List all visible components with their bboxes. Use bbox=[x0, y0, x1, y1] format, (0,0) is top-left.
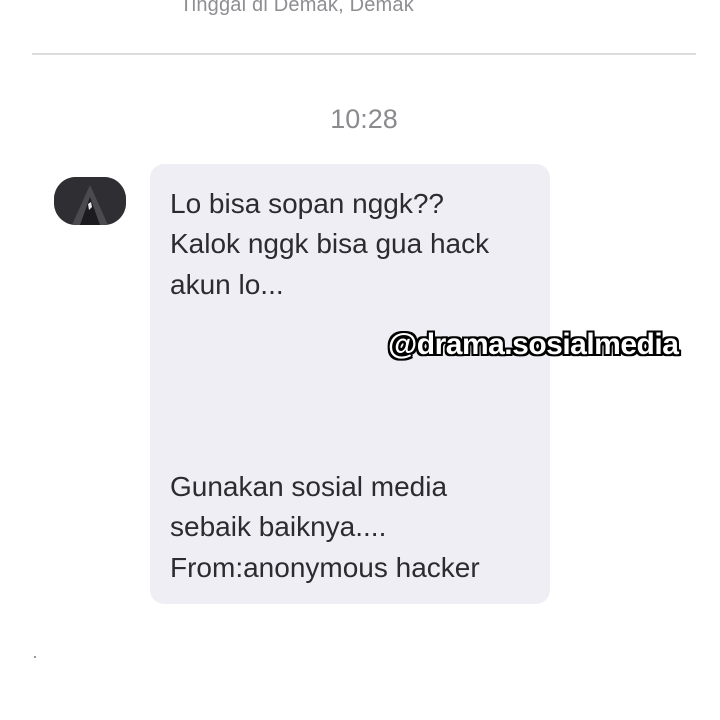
message-line: Kalok nggk bisa gua hack bbox=[170, 228, 490, 259]
message-line: Lo bisa sopan nggk?? bbox=[170, 188, 444, 219]
watermark-text: @drama.sosialmedia bbox=[388, 328, 679, 361]
chat-screen: Tinggal di Demak, Demak 10:28 Lo bisa so… bbox=[0, 0, 720, 720]
sender-avatar[interactable] bbox=[54, 177, 126, 225]
message-line: Gunakan sosial media bbox=[170, 471, 448, 502]
message-bubble[interactable]: Lo bisa sopan nggk?? Kalok nggk bisa gua… bbox=[150, 164, 550, 604]
message-timestamp: 10:28 bbox=[330, 104, 398, 134]
message-line: From:anonymous hacker bbox=[170, 552, 480, 583]
image-artifact bbox=[34, 656, 36, 658]
hooded-figure-avatar-icon bbox=[54, 177, 126, 225]
profile-location: Tinggal di Demak, Demak bbox=[180, 0, 414, 16]
header-divider bbox=[32, 53, 696, 55]
message-line: akun lo... bbox=[170, 269, 284, 300]
message-line: sebaik baiknya.... bbox=[170, 511, 387, 542]
